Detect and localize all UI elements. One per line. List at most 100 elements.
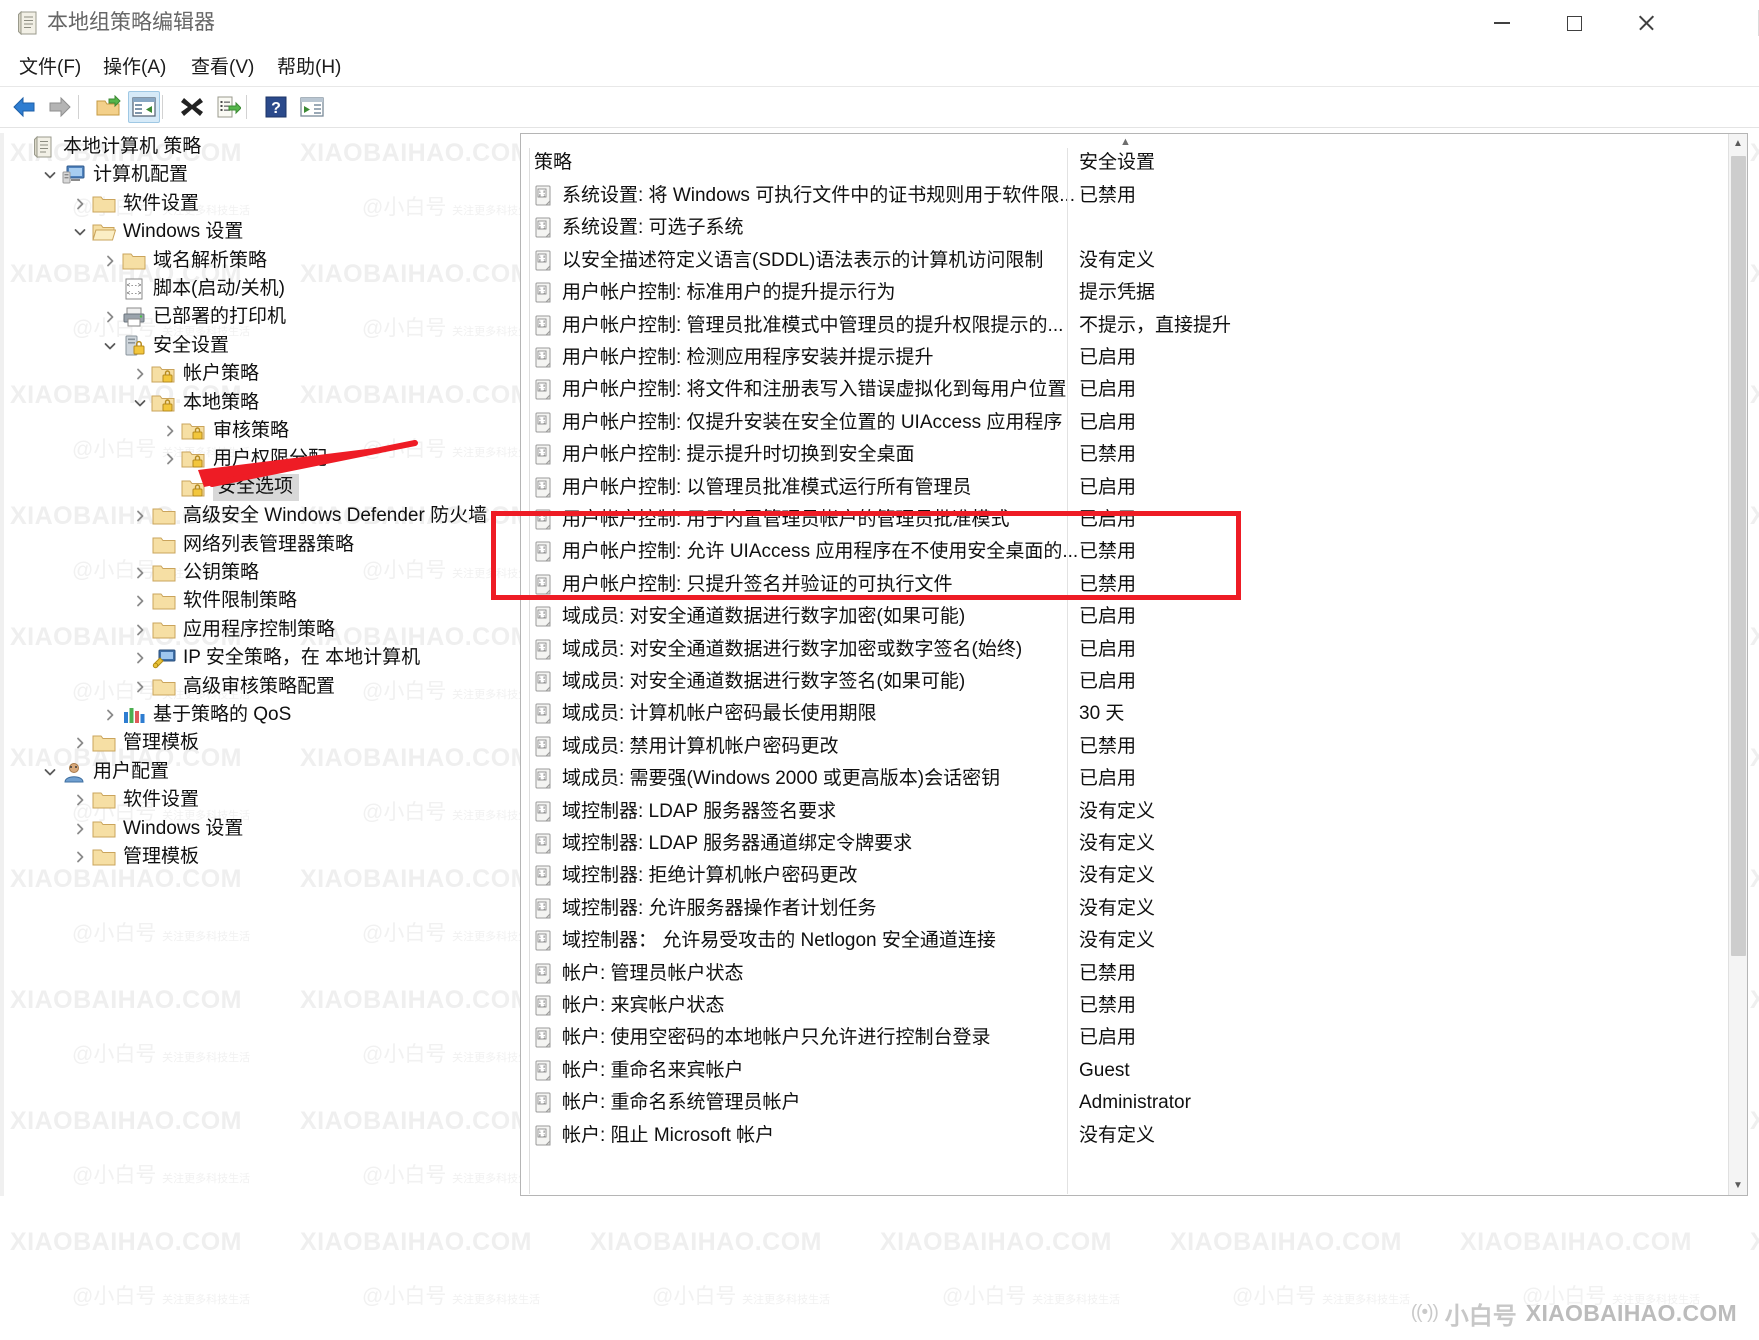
chevron-right-icon[interactable] (129, 619, 151, 641)
chevron-down-icon[interactable] (39, 164, 61, 186)
table-row[interactable]: 1 00 1 系统设置: 将 Windows 可执行文件中的证书规则用于软件限..… (522, 180, 1729, 212)
menu-item-3[interactable]: 帮助(H) (272, 53, 346, 83)
chevron-right-icon[interactable] (129, 562, 151, 584)
table-row[interactable]: 1 00 1 帐户: 管理员帐户状态 已禁用 (522, 958, 1729, 990)
table-row[interactable]: 1 00 1 域控制器: LDAP 服务器签名要求 没有定义 (522, 796, 1729, 828)
tree-item-19[interactable]: 高级审核策略配置 (129, 673, 335, 701)
forward-button[interactable] (44, 91, 76, 123)
column-splitter[interactable] (1067, 148, 1068, 1194)
tree-item-10[interactable]: 审核策略 (159, 417, 289, 445)
table-row[interactable]: 1 00 1 用户帐户控制: 用于内置管理员帐户的管理员批准模式 已启用 (522, 504, 1729, 536)
table-row[interactable]: 1 00 1 域成员: 对安全通道数据进行数字签名(如果可能) 已启用 (522, 666, 1729, 698)
tree-item-20[interactable]: 基于策略的 QoS (99, 701, 291, 729)
tree-item-24[interactable]: Windows 设置 (69, 815, 243, 843)
tree-item-23[interactable]: 软件设置 (69, 786, 199, 814)
tree-item-11[interactable]: 用户权限分配 (159, 445, 327, 473)
chevron-right-icon[interactable] (159, 420, 181, 442)
table-row[interactable]: 1 00 1 帐户: 阻止 Microsoft 帐户 没有定义 (522, 1120, 1729, 1152)
vertical-scrollbar[interactable]: ▲ ▼ (1728, 134, 1747, 1195)
help-button[interactable]: ? (260, 91, 292, 123)
column-header-policy[interactable]: 策略 (534, 151, 572, 175)
chevron-right-icon[interactable] (129, 676, 151, 698)
table-row[interactable]: 1 00 1 域成员: 需要强(Windows 2000 或更高版本)会话密钥 已启… (522, 763, 1729, 795)
tree-item-1[interactable]: 计算机配置 (39, 161, 188, 189)
tree-item-3[interactable]: Windows 设置 (69, 218, 243, 246)
tree-item-6[interactable]: 已部署的打印机 (99, 303, 286, 331)
table-row[interactable]: 1 00 1 域成员: 对安全通道数据进行数字加密或数字签名(始终) 已启用 (522, 634, 1729, 666)
chevron-right-icon[interactable] (129, 590, 151, 612)
table-row[interactable]: 1 00 1 用户帐户控制: 允许 UIAccess 应用程序在不使用安全桌面的.… (522, 536, 1729, 568)
tree-item-13[interactable]: 高级安全 Windows Defender 防火墙 (129, 502, 487, 530)
maximize-button[interactable] (1539, 0, 1609, 46)
tree-item-2[interactable]: 软件设置 (69, 190, 199, 218)
up-one-level-button[interactable] (92, 91, 124, 123)
delete-button[interactable] (176, 91, 208, 123)
table-row[interactable]: 1 00 1 域控制器: 允许服务器操作者计划任务 没有定义 (522, 893, 1729, 925)
tree-item-25[interactable]: 管理模板 (69, 843, 199, 871)
table-row[interactable]: 1 00 1 用户帐户控制: 检测应用程序安装并提示提升 已启用 (522, 342, 1729, 374)
tree-item-21[interactable]: 管理模板 (69, 729, 199, 757)
tree-item-4[interactable]: 域名解析策略 (99, 247, 267, 275)
scrollbar-thumb[interactable] (1731, 156, 1746, 956)
table-row[interactable]: 1 00 1 域成员: 对安全通道数据进行数字加密(如果可能) 已启用 (522, 601, 1729, 633)
chevron-right-icon[interactable] (129, 363, 151, 385)
policy-list-pane[interactable]: ▲ 策略 安全设置 1 00 1 系统设置: 将 Windows 可执行文件中的证… (520, 133, 1748, 1196)
table-row[interactable]: 1 00 1 域成员: 禁用计算机帐户密码更改 已禁用 (522, 731, 1729, 763)
table-row[interactable]: 1 00 1 帐户: 使用空密码的本地帐户只允许进行控制台登录 已启用 (522, 1022, 1729, 1054)
scroll-down-arrow-icon[interactable]: ▼ (1729, 1176, 1747, 1195)
table-row[interactable]: 1 00 1 域控制器: LDAP 服务器通道绑定令牌要求 没有定义 (522, 828, 1729, 860)
chevron-down-icon[interactable] (129, 392, 151, 414)
chevron-down-icon[interactable] (99, 335, 121, 357)
table-row[interactable]: 1 00 1 帐户: 重命名系统管理员帐户 Administrator (522, 1087, 1729, 1119)
show-hide-tree-button[interactable] (128, 91, 160, 123)
tree-item-16[interactable]: 软件限制策略 (129, 587, 297, 615)
menu-item-1[interactable]: 操作(A) (98, 53, 171, 83)
tree-item-8[interactable]: 帐户策略 (129, 360, 259, 388)
chevron-right-icon[interactable] (69, 789, 91, 811)
table-row[interactable]: 1 00 1 帐户: 来宾帐户状态 已禁用 (522, 990, 1729, 1022)
table-row[interactable]: 1 00 1 域控制器: 拒绝计算机帐户密码更改 没有定义 (522, 860, 1729, 892)
table-row[interactable]: 1 00 1 用户帐户控制: 以管理员批准模式运行所有管理员 已启用 (522, 472, 1729, 504)
tree-item-14[interactable]: 网络列表管理器策略 (129, 531, 354, 559)
tree-item-0[interactable]: 本地计算机 策略 (9, 133, 201, 161)
tree-item-7[interactable]: 安全设置 (99, 332, 229, 360)
minimize-button[interactable] (1467, 0, 1537, 46)
tree-item-17[interactable]: 应用程序控制策略 (129, 616, 335, 644)
table-row[interactable]: 1 00 1 用户帐户控制: 管理员批准模式中管理员的提升权限提示的... 不提示，… (522, 310, 1729, 342)
chevron-right-icon[interactable] (69, 818, 91, 840)
chevron-right-icon[interactable] (69, 193, 91, 215)
chevron-right-icon[interactable] (99, 306, 121, 328)
chevron-right-icon[interactable] (129, 505, 151, 527)
tree-item-15[interactable]: 公钥策略 (129, 559, 259, 587)
table-row[interactable]: 1 00 1 用户帐户控制: 将文件和注册表写入错误虚拟化到每用户位置 已启用 (522, 374, 1729, 406)
chevron-right-icon[interactable] (69, 846, 91, 868)
close-button[interactable] (1611, 0, 1681, 46)
tree-item-22[interactable]: 用户配置 (39, 758, 169, 786)
chevron-right-icon[interactable] (159, 448, 181, 470)
export-list-button[interactable] (212, 91, 244, 123)
tree-item-18[interactable]: IP 安全策略，在 本地计算机 (129, 644, 420, 672)
table-row[interactable]: 1 00 1 帐户: 重命名来宾帐户 Guest (522, 1055, 1729, 1087)
chevron-down-icon[interactable] (39, 761, 61, 783)
tree-item-9[interactable]: 本地策略 (129, 389, 259, 417)
table-row[interactable]: 1 00 1 用户帐户控制: 只提升签名并验证的可执行文件 已禁用 (522, 569, 1729, 601)
tree-item-5[interactable]: <--> <--> 脚本(启动/关机) (99, 275, 285, 303)
scroll-up-arrow-icon[interactable]: ▲ (1729, 134, 1747, 153)
chevron-right-icon[interactable] (99, 250, 121, 272)
table-row[interactable]: 1 00 1 系统设置: 可选子系统 (522, 212, 1729, 244)
column-header-setting[interactable]: 安全设置 (1079, 151, 1155, 175)
menu-item-0[interactable]: 文件(F) (14, 53, 86, 83)
chevron-right-icon[interactable] (69, 732, 91, 754)
table-row[interactable]: 1 00 1 用户帐户控制: 仅提升安装在安全位置的 UIAccess 应用程序已… (522, 407, 1729, 439)
table-row[interactable]: 1 00 1 域控制器： 允许易受攻击的 Netlogon 安全通道连接 没有定义 (522, 925, 1729, 957)
table-row[interactable]: 1 00 1 域成员: 计算机帐户密码最长使用期限 30 天 (522, 698, 1729, 730)
table-row[interactable]: 1 00 1 用户帐户控制: 标准用户的提升提示行为 提示凭据 (522, 277, 1729, 309)
console-tree-pane[interactable]: 本地计算机 策略 计算机配置 软件设置 Windows 设置 域名解析策略 <--> <--… (5, 133, 512, 1196)
table-row[interactable]: 1 00 1 用户帐户控制: 提示提升时切换到安全桌面 已禁用 (522, 439, 1729, 471)
tree-item-12[interactable]: 安全选项 (159, 474, 300, 502)
chevron-down-icon[interactable] (69, 221, 91, 243)
chevron-right-icon[interactable] (99, 704, 121, 726)
menu-item-2[interactable]: 查看(V) (186, 53, 259, 83)
table-row[interactable]: 1 00 1 以安全描述符定义语言(SDDL)语法表示的计算机访问限制 没有定义 (522, 245, 1729, 277)
show-action-pane-button[interactable] (296, 91, 328, 123)
